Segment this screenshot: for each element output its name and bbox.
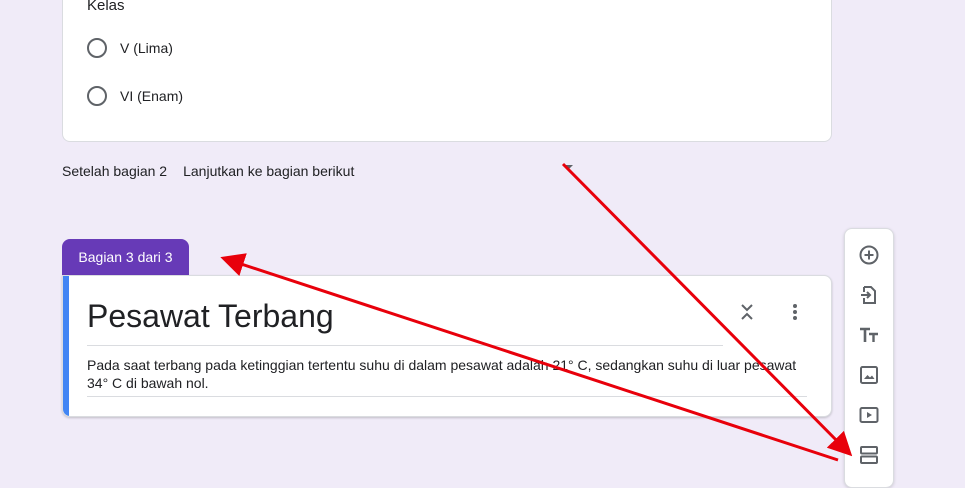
focus-indicator (63, 276, 69, 416)
section-tab: Bagian 3 dari 3 (62, 239, 189, 275)
add-section-button[interactable] (855, 441, 883, 469)
add-video-button[interactable] (855, 401, 883, 429)
question-title: Kelas (87, 0, 125, 14)
option-label: V (Lima) (120, 40, 173, 56)
collapse-section-button[interactable] (733, 298, 761, 326)
radio-button[interactable] (87, 38, 107, 58)
radio-option[interactable]: VI (Enam) (87, 86, 183, 106)
question-card: Kelas V (Lima) VI (Enam) (62, 0, 832, 142)
floating-toolbar (844, 228, 894, 488)
add-image-icon (860, 366, 878, 384)
section-title-input[interactable]: Pesawat Terbang (87, 298, 723, 346)
import-questions-icon (861, 286, 876, 304)
add-question-button[interactable] (855, 241, 883, 269)
section-description-input[interactable]: Pada saat terbang pada ketinggian terten… (87, 356, 807, 397)
add-section-icon (860, 446, 878, 464)
add-title-icon (860, 327, 878, 342)
section-card[interactable]: Pesawat Terbang Pada saat terbang pada k… (62, 275, 832, 417)
after-section-select[interactable]: Lanjutkan ke bagian berikut (183, 163, 354, 179)
dropdown-caret-icon[interactable] (563, 165, 573, 170)
more-vert-icon (793, 304, 797, 320)
more-options-button[interactable] (781, 298, 809, 326)
add-image-button[interactable] (855, 361, 883, 389)
radio-option[interactable]: V (Lima) (87, 38, 173, 58)
radio-button[interactable] (87, 86, 107, 106)
add-question-icon (859, 245, 879, 265)
option-label: VI (Enam) (120, 88, 184, 104)
import-questions-button[interactable] (855, 281, 883, 309)
collapse-icon (741, 304, 753, 320)
after-section-row: Setelah bagian 2 Lanjutkan ke bagian ber… (62, 163, 354, 179)
add-video-icon (859, 407, 879, 423)
add-title-button[interactable] (855, 321, 883, 349)
after-section-label: Setelah bagian 2 (62, 163, 168, 179)
